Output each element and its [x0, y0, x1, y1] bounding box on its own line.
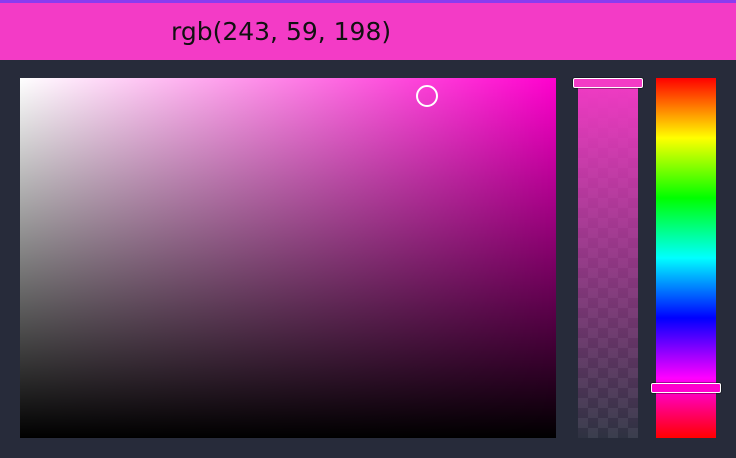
- color-preview-header: rgb(243, 59, 198): [0, 3, 736, 60]
- alpha-slider[interactable]: [573, 78, 643, 438]
- saturation-brightness-area[interactable]: [20, 78, 556, 438]
- brightness-gradient: [20, 78, 556, 438]
- color-value-label: rgb(243, 59, 198): [171, 17, 392, 46]
- hue-slider-handle[interactable]: [651, 382, 721, 393]
- saturation-brightness-handle[interactable]: [416, 85, 439, 107]
- color-picker: rgb(243, 59, 198): [0, 0, 736, 458]
- alpha-gradient: [578, 78, 638, 438]
- alpha-slider-handle[interactable]: [573, 78, 643, 88]
- hue-slider[interactable]: [651, 78, 721, 438]
